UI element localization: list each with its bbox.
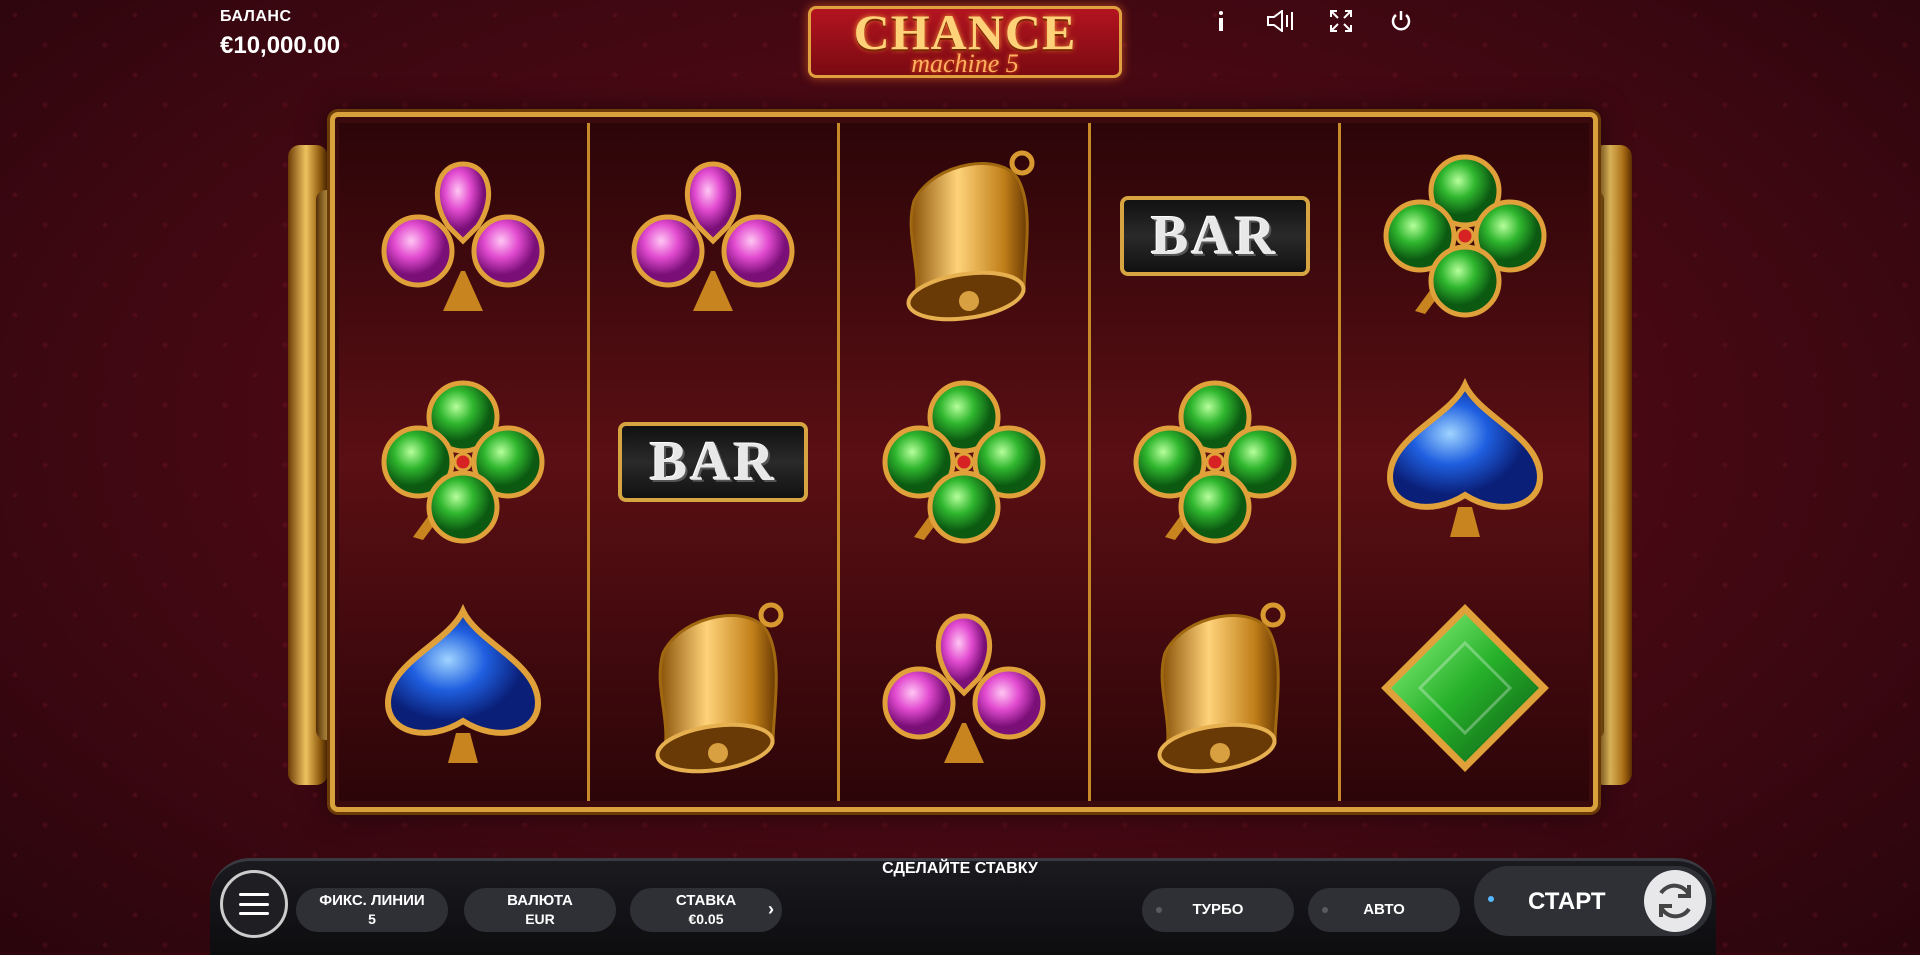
diamond-icon [1381, 604, 1550, 772]
clover-icon [882, 380, 1046, 544]
bar-text: BAR [1150, 205, 1279, 267]
reel-3 [840, 123, 1091, 801]
reel-2: BAR [589, 123, 841, 801]
turbo-indicator-dot [1156, 907, 1162, 913]
club-icon [381, 161, 545, 311]
turbo-button[interactable]: ТУРБО [1142, 888, 1294, 932]
start-label: СТАРТ [1528, 888, 1606, 915]
bar-text: BAR [649, 431, 777, 493]
fixed-lines-value: 5 [368, 911, 376, 927]
clover-symbol [368, 367, 558, 557]
menu-button[interactable] [220, 870, 288, 938]
clover-symbol [869, 367, 1059, 557]
bell-symbol [869, 141, 1059, 331]
club-symbol [368, 141, 558, 331]
game-logo: CHANCE machine 5 [808, 6, 1122, 78]
spin-button[interactable] [1644, 870, 1706, 932]
bar-symbol: BAR [1119, 141, 1310, 331]
fixed-lines-label: ФИКС. ЛИНИИ [319, 892, 425, 909]
currency-label: ВАЛЮТА [507, 892, 573, 909]
reel-4: BAR [1090, 123, 1342, 801]
currency-value: EUR [525, 911, 555, 927]
reel-frame: BAR BAR [330, 112, 1598, 812]
spade-icon [1387, 377, 1544, 537]
bell-icon [1157, 602, 1286, 774]
fixed-lines-display: ФИКС. ЛИНИИ 5 [296, 888, 448, 932]
balance-value: €10,000.00 [220, 32, 341, 59]
clover-icon [1383, 154, 1547, 318]
bet-value: €0.05 [688, 911, 724, 927]
bar-plate: BAR [1119, 196, 1310, 276]
diamond-symbol [1370, 593, 1560, 783]
spin-icon [1659, 883, 1691, 919]
bet-button[interactable]: СТАВКА €0.05 [630, 888, 782, 932]
clover-symbol [1370, 141, 1560, 331]
club-symbol [618, 141, 808, 331]
club-icon [631, 161, 795, 311]
hamburger-icon [239, 893, 269, 915]
bar-symbol: BAR [618, 367, 809, 557]
start-indicator-dot [1488, 896, 1494, 902]
balance-display: БАЛАНС €10,000.00 [220, 8, 340, 60]
balance-label: БАЛАНС [220, 8, 292, 25]
club-icon [882, 613, 1046, 763]
bell-symbol [618, 593, 808, 783]
spade-symbol [368, 593, 558, 783]
reel-5 [1341, 123, 1589, 801]
start-button[interactable]: СТАРТ [1474, 866, 1712, 936]
turbo-label: ТУРБО [1192, 901, 1244, 918]
auto-label: АВТО [1363, 901, 1405, 918]
bell-icon [655, 602, 784, 774]
clover-icon [1133, 380, 1297, 544]
info-icon[interactable] [1202, 8, 1240, 34]
reel-1 [339, 123, 590, 801]
top-controls [1202, 8, 1420, 34]
bell-icon [906, 150, 1035, 322]
spade-icon [384, 603, 541, 763]
auto-indicator-dot [1322, 907, 1328, 913]
clover-symbol [1120, 367, 1310, 557]
spade-symbol [1370, 367, 1560, 557]
chevron-right-icon[interactable]: › [768, 899, 774, 920]
clover-icon [381, 380, 545, 544]
auto-button[interactable]: АВТО [1308, 888, 1460, 932]
bell-symbol [1120, 593, 1310, 783]
currency-button[interactable]: ВАЛЮТА EUR [464, 888, 616, 932]
club-symbol [869, 593, 1059, 783]
sound-icon[interactable] [1262, 8, 1300, 34]
bet-label: СТАВКА [675, 892, 737, 909]
fullscreen-icon[interactable] [1322, 8, 1360, 34]
power-icon[interactable] [1382, 8, 1420, 34]
bar-plate: BAR [618, 422, 809, 502]
